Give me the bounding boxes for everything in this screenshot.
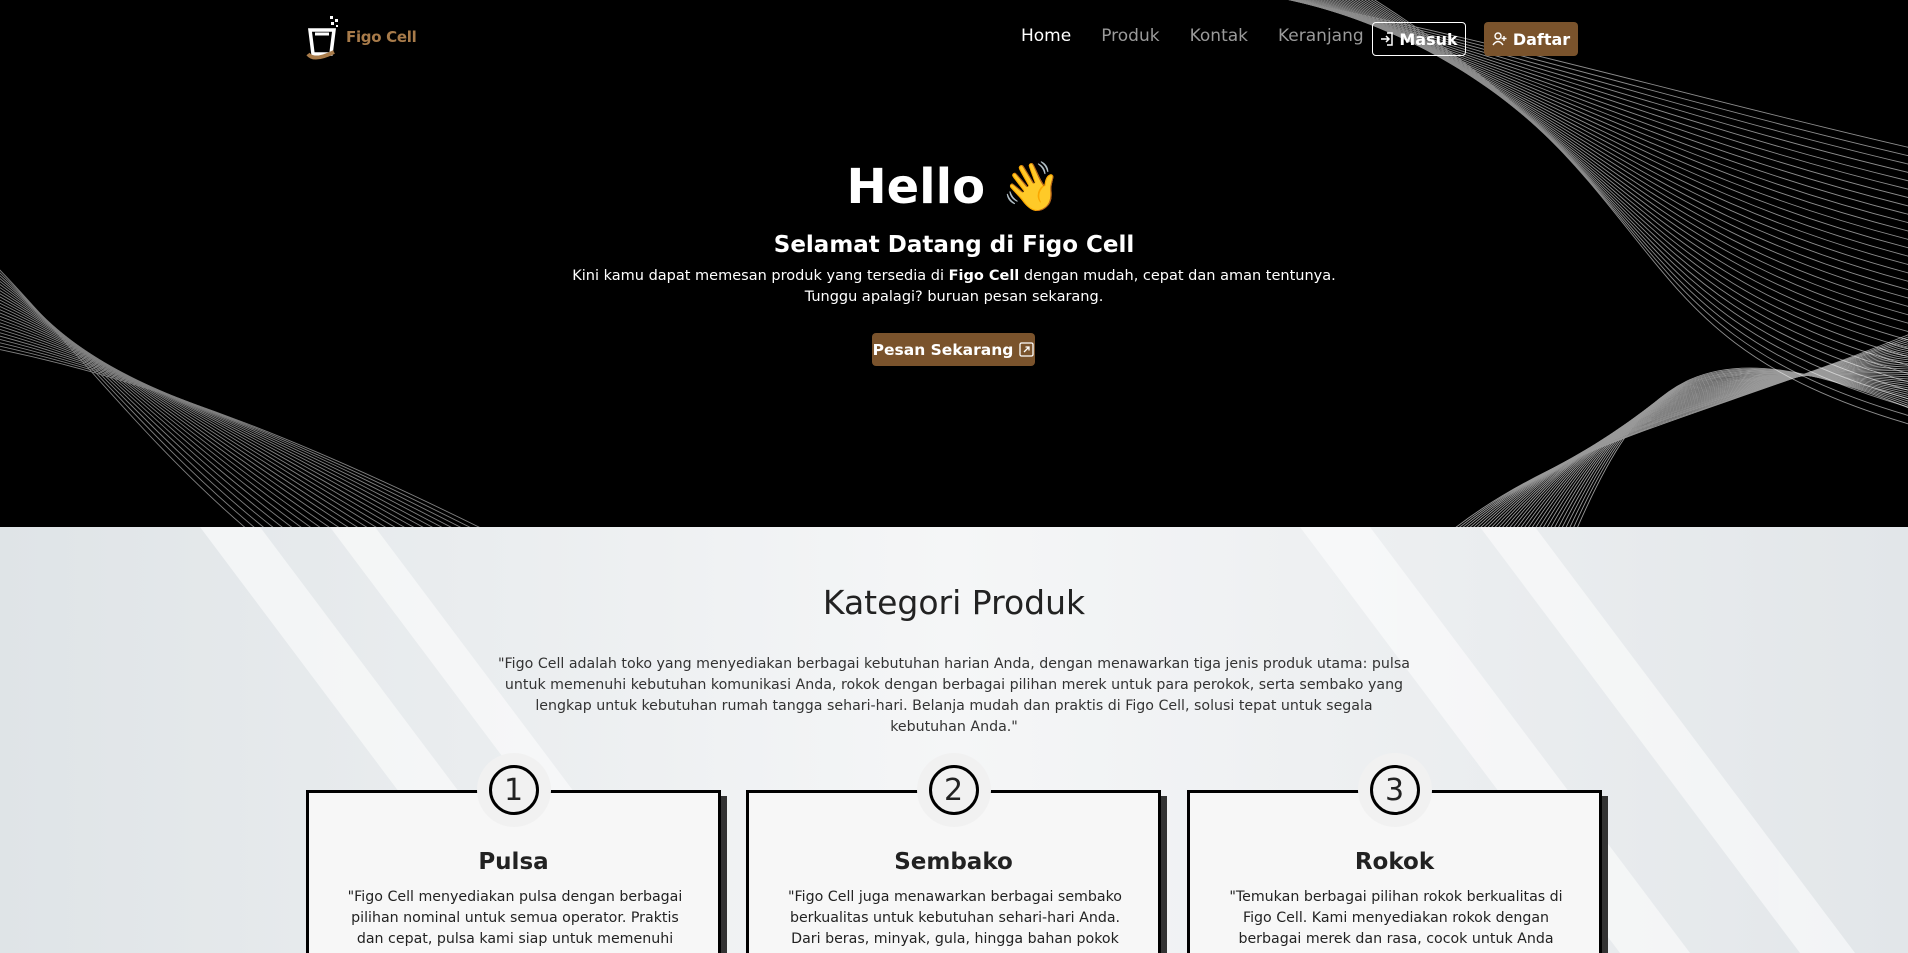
card-number: 1 (488, 765, 539, 815)
card-text: "Temukan berbagai pilihan rokok berkuali… (1229, 889, 1563, 953)
hero-desc-line2: Tunggu apalagi? buruan pesan sekarang. (804, 289, 1104, 305)
category-card-pulsa[interactable]: 1 Pulsa "Figo Cell menyediakan pulsa den… (306, 765, 721, 953)
hero-description: Kini kamu dapat memesan produk yang ters… (0, 266, 1908, 308)
category-card-sembako[interactable]: 2 Sembako "Figo Cell juga menawarkan ber… (746, 765, 1161, 953)
category-card-rokok[interactable]: 3 Rokok "Temukan berbagai pilihan rokok … (1187, 765, 1602, 953)
nav-link-keranjang[interactable]: Keranjang (1278, 26, 1364, 46)
card-number: 2 (928, 765, 979, 815)
shopping-bag-logo-icon (306, 16, 338, 60)
hero-desc-brand: Figo Cell (948, 268, 1020, 284)
section-title: Kategori Produk (822, 583, 1086, 622)
pesan-sekarang-label: Pesan Sekarang (872, 340, 1014, 359)
hero-wave-lines (0, 0, 1908, 527)
section-description: "Figo Cell adalah toko yang menyediakan … (498, 656, 1410, 735)
card-title: Sembako (894, 849, 1013, 875)
card-title: Pulsa (478, 849, 549, 875)
daftar-label: Daftar (1512, 29, 1571, 49)
card-text: "Figo Cell juga menawarkan berbagai semb… (788, 889, 1122, 953)
logo-text: Figo Cell (346, 28, 417, 46)
external-link-icon (1019, 342, 1034, 357)
card-text: "Figo Cell menyediakan pulsa dengan berb… (347, 889, 683, 953)
login-icon (1381, 32, 1394, 46)
card-title: Rokok (1354, 849, 1435, 875)
navbar: Figo Cell Home Produk Kontak Keranjang M… (0, 0, 1908, 78)
hero-desc-part1: Kini kamu dapat memesan produk yang ters… (572, 268, 949, 284)
hero-title: Hello 👋 (846, 159, 1062, 215)
user-plus-icon (1492, 32, 1507, 46)
logo[interactable]: Figo Cell (304, 14, 417, 60)
masuk-button[interactable]: Masuk (1372, 22, 1466, 56)
hero-desc-part2: dengan mudah, cepat dan aman tentunya. (1019, 268, 1336, 284)
masuk-label: Masuk (1399, 29, 1458, 49)
nav-link-home[interactable]: Home (1021, 26, 1071, 46)
pesan-sekarang-button[interactable]: Pesan Sekarang (872, 333, 1035, 366)
card-number: 3 (1369, 765, 1420, 815)
nav-links: Home Produk Kontak Keranjang (1021, 26, 1394, 46)
daftar-button[interactable]: Daftar (1484, 22, 1578, 56)
hero-subtitle: Selamat Datang di Figo Cell (773, 232, 1135, 258)
nav-link-produk[interactable]: Produk (1101, 26, 1159, 46)
hero-section: Figo Cell Home Produk Kontak Keranjang M… (0, 0, 1908, 527)
nav-link-kontak[interactable]: Kontak (1190, 26, 1248, 46)
